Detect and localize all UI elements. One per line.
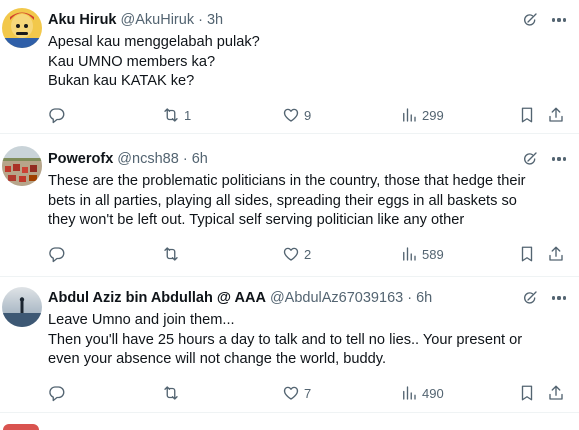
tweet[interactable]: Abdul Aziz bin Abdullah @ AAA @AbdulAz67… — [0, 277, 579, 413]
share-button[interactable] — [547, 105, 565, 125]
avatar[interactable] — [2, 146, 42, 186]
share-button[interactable] — [547, 244, 565, 264]
bookmark-icon — [518, 245, 536, 263]
bookmark-icon — [518, 384, 536, 402]
views-icon — [400, 245, 418, 263]
retweet-count: 1 — [184, 107, 192, 123]
views-icon — [400, 106, 418, 124]
next-tweet-avatar[interactable] — [3, 424, 39, 430]
display-name[interactable]: Abdul Aziz bin Abdullah @ AAA — [48, 290, 266, 306]
bookmark-button[interactable] — [518, 105, 536, 125]
like-button[interactable]: 9 — [282, 105, 311, 125]
views-icon — [400, 384, 418, 402]
tweet-header: Aku Hiruk @AkuHiruk · 3h — [48, 10, 223, 30]
more-icon[interactable] — [548, 151, 570, 167]
tweet-text: Leave Umno and join them... Then you'll … — [48, 311, 574, 370]
retweet-icon — [162, 384, 180, 402]
grok-icon[interactable] — [522, 151, 538, 167]
separator-dot: · — [407, 290, 413, 306]
like-icon — [282, 245, 300, 263]
like-icon — [282, 106, 300, 124]
tweet[interactable]: Aku Hiruk @AkuHiruk · 3h Apesal kau meng… — [0, 0, 579, 134]
display-name[interactable]: Powerofx — [48, 151, 113, 167]
tweet-text-line: they won't be left out. Typical self ser… — [48, 212, 465, 229]
timestamp[interactable]: 6h — [416, 290, 432, 306]
tweet-header: Abdul Aziz bin Abdullah @ AAA @AbdulAz67… — [48, 288, 432, 308]
tweet-text-line: bets in all parties, playing all sides, … — [48, 192, 517, 209]
like-icon — [282, 384, 300, 402]
action-bar: 2 589 — [48, 244, 574, 264]
tweet-text: These are the problematic politicians in… — [48, 172, 574, 231]
action-bar: 7 490 — [48, 383, 574, 403]
views-button[interactable]: 490 — [400, 383, 444, 403]
bookmark-button[interactable] — [518, 383, 536, 403]
action-bar: 1 9 299 — [48, 105, 574, 125]
user-handle[interactable]: @ncsh88 — [117, 151, 178, 167]
grok-icon[interactable] — [522, 290, 538, 306]
more-icon[interactable] — [548, 12, 570, 28]
grok-icon[interactable] — [522, 12, 538, 28]
retweet-button[interactable] — [162, 383, 184, 403]
like-count: 9 — [304, 107, 312, 123]
views-button[interactable]: 299 — [400, 105, 444, 125]
reply-icon — [48, 106, 66, 124]
retweet-button[interactable] — [162, 244, 184, 264]
like-button[interactable]: 7 — [282, 383, 311, 403]
tweet-text-line: even your absence will not change the wo… — [48, 351, 387, 368]
user-handle[interactable]: @AbdulAz67039163 — [270, 290, 403, 306]
share-icon — [547, 384, 565, 402]
views-count: 589 — [422, 246, 444, 262]
avatar[interactable] — [2, 287, 42, 327]
share-icon — [547, 245, 565, 263]
share-button[interactable] — [547, 383, 565, 403]
reply-icon — [48, 384, 66, 402]
tweet-text-line: Apesal kau menggelabah pulak? — [48, 34, 260, 50]
views-count: 299 — [422, 107, 444, 123]
tweet[interactable]: Powerofx @ncsh88 · 6h These are the prob… — [0, 134, 579, 277]
like-button[interactable]: 2 — [282, 244, 311, 264]
like-count: 2 — [304, 246, 312, 262]
display-name[interactable]: Aku Hiruk — [48, 12, 117, 28]
user-handle[interactable]: @AkuHiruk — [121, 12, 195, 28]
separator-dot: · — [198, 12, 203, 28]
like-count: 7 — [304, 385, 312, 401]
reply-button[interactable] — [48, 244, 70, 264]
bookmark-button[interactable] — [518, 244, 536, 264]
retweet-icon — [162, 106, 180, 124]
tweet-text-line: Bukan kau KATAK ke? — [48, 73, 195, 90]
reply-icon — [48, 245, 66, 263]
timestamp[interactable]: 3h — [207, 12, 223, 28]
retweet-icon — [162, 245, 180, 263]
views-count: 490 — [422, 385, 444, 401]
tweet-text-line: Kau UMNO members ka? — [48, 53, 216, 70]
more-icon[interactable] — [548, 290, 570, 306]
views-button[interactable]: 589 — [400, 244, 444, 264]
share-icon — [547, 106, 565, 124]
timestamp[interactable]: 6h — [192, 151, 208, 167]
tweet-header: Powerofx @ncsh88 · 6h — [48, 149, 208, 169]
tweet-text: Apesal kau menggelabah pulak? Kau UMNO m… — [48, 33, 574, 92]
tweet-text-line: Leave Umno and join them... — [48, 312, 235, 328]
tweet-text-line: Then you'll have 25 hours a day to talk … — [48, 331, 523, 348]
separator-dot: · — [182, 151, 188, 167]
tweet-text-line: These are the problematic politicians in… — [48, 173, 526, 189]
retweet-button[interactable]: 1 — [162, 105, 191, 125]
bookmark-icon — [518, 106, 536, 124]
reply-button[interactable] — [48, 105, 70, 125]
reply-button[interactable] — [48, 383, 70, 403]
avatar[interactable] — [2, 8, 42, 48]
